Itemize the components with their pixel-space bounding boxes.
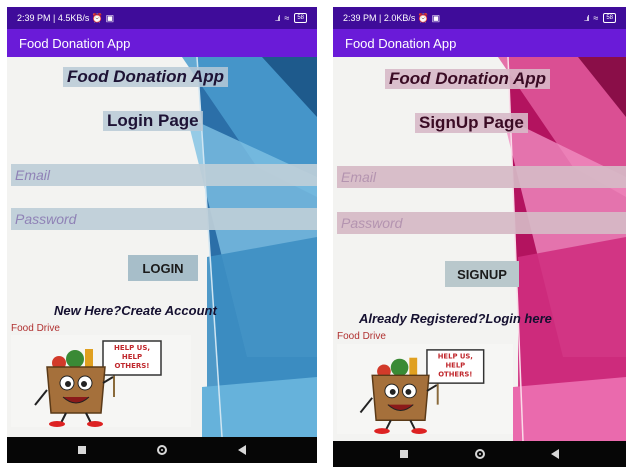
login-page-title: Login Page [103,111,203,131]
sign-line-3: OTHERS! [115,362,150,370]
food-drive-illustration: HELP US, HELP OTHERS! [11,335,191,427]
email-field[interactable] [11,164,317,186]
sign-line-1: HELP US, [114,344,150,352]
app-bar: Food Donation App [7,29,317,57]
food-drive-label: Food Drive [11,323,60,334]
recents-icon[interactable] [78,446,86,454]
sign-line-1: HELP US, [438,353,473,361]
status-bar: 2:39 PM | 4.5KB/s ⏰ ▣ ..ıl ≈ 58 [7,7,317,29]
signal-icon: ..ıl [583,13,590,23]
email-field[interactable] [337,166,626,188]
login-app-title: Food Donation App [63,67,229,87]
sign-line-2: HELP [445,361,465,369]
app-bar: Food Donation App [333,29,626,57]
sign-line-2: HELP [122,353,142,361]
signup-app-title: Food Donation App [385,69,551,89]
signup-button[interactable]: SIGNUP [445,261,519,287]
recents-icon[interactable] [399,450,408,458]
back-icon[interactable] [551,449,560,459]
wifi-icon: ≈ [284,13,290,23]
battery-icon: 58 [603,13,616,23]
status-bar: 2:39 PM | 2.0KB/s ⏰ ▣ ..ıl ≈ 58 [333,7,626,29]
login-content: Food Donation App Login Page LOGIN New H… [7,57,317,437]
system-nav-bar [333,441,626,467]
login-screen: 2:39 PM | 4.5KB/s ⏰ ▣ ..ıl ≈ 58 Food Don… [7,7,317,463]
battery-icon: 58 [294,13,307,23]
back-icon[interactable] [238,445,246,455]
food-drive-label: Food Drive [337,331,386,342]
signup-screen: 2:39 PM | 2.0KB/s ⏰ ▣ ..ıl ≈ 58 Food Don… [333,7,626,467]
create-account-link[interactable]: New Here?Create Account [54,303,217,318]
status-time: 2:39 PM | 4.5KB/s ⏰ ▣ [17,12,115,23]
wifi-icon: ≈ [593,13,599,23]
signup-content: Food Donation App SignUp Page SIGNUP Alr… [333,57,626,441]
login-button[interactable]: LOGIN [128,255,198,281]
food-drive-illustration: HELP US, HELP OTHERS! [337,344,513,434]
password-field[interactable] [337,212,626,234]
signup-page-title: SignUp Page [415,113,528,133]
signal-icon: ..ıl [274,13,281,23]
password-field[interactable] [11,208,317,230]
login-here-link[interactable]: Already Registered?Login here [359,311,552,326]
sign-line-3: OTHERS! [438,370,472,378]
app-bar-title: Food Donation App [345,35,457,51]
system-nav-bar [7,437,317,463]
home-icon[interactable] [157,445,167,455]
app-bar-title: Food Donation App [19,35,131,51]
status-time: 2:39 PM | 2.0KB/s ⏰ ▣ [343,12,441,23]
home-icon[interactable] [474,449,485,459]
